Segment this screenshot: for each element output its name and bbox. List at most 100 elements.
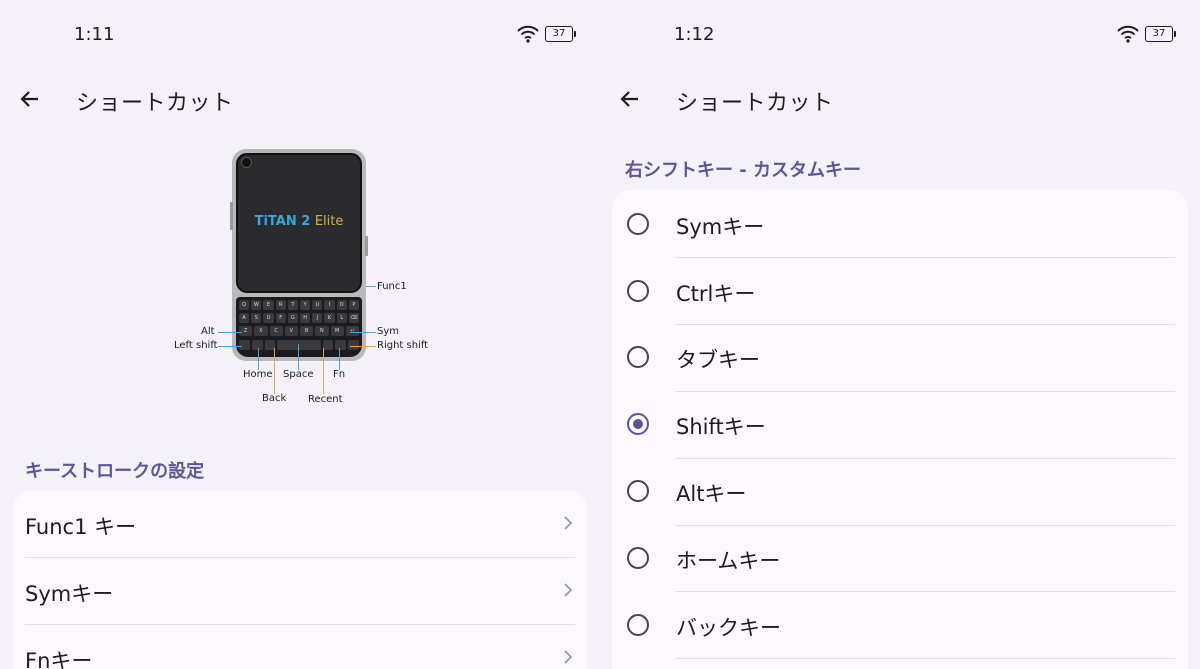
radio-button-selected[interactable]: [627, 413, 649, 435]
list-item-label: Func1 キー: [25, 515, 137, 539]
keycap: M: [330, 326, 344, 336]
list-item-func1[interactable]: Func1 キー: [13, 491, 587, 558]
keycap: Q: [239, 300, 250, 310]
radio-option-home[interactable]: ホームキー: [612, 525, 1188, 592]
callout-line: [350, 346, 376, 347]
status-icons: 37: [517, 25, 576, 43]
keycap: U: [312, 300, 323, 310]
list-item-sym[interactable]: Symキー: [13, 558, 587, 625]
list-item-fn[interactable]: Fnキー: [13, 625, 587, 669]
radio-label: Symキー: [676, 215, 765, 239]
radio-option-back[interactable]: バックキー: [612, 592, 1188, 659]
callout-sym: Sym: [377, 326, 400, 337]
keycap: C: [269, 326, 283, 336]
section-title: キーストロークの設定: [25, 461, 205, 482]
camera-icon: [241, 157, 252, 168]
keycap: A: [239, 313, 250, 323]
callout-line: [298, 344, 299, 370]
side-button: [365, 236, 368, 256]
callout-line: [339, 348, 340, 370]
keycap: L: [336, 313, 347, 323]
chevron-right-icon: [564, 650, 573, 664]
keycap: F: [275, 313, 286, 323]
list-item-label: Symキー: [25, 582, 114, 606]
radio-button[interactable]: [627, 346, 649, 368]
radio-label: Shiftキー: [676, 415, 766, 439]
radio-button[interactable]: [627, 614, 649, 636]
callout-back: Back: [262, 393, 287, 404]
chevron-right-icon: [564, 516, 573, 530]
key-row: Z X C V B N M ↵: [239, 326, 359, 336]
key-row: QWERTYUIOP: [239, 300, 360, 310]
radio-label: バックキー: [676, 616, 781, 640]
keycap: I: [324, 300, 335, 310]
divider: [675, 525, 1175, 526]
back-button[interactable]: [18, 87, 42, 111]
divider: [675, 458, 1175, 459]
radio-option-sym[interactable]: Symキー: [612, 191, 1188, 258]
keycap: E: [263, 300, 274, 310]
keycap: K: [324, 313, 335, 323]
radio-button[interactable]: [627, 547, 649, 569]
wifi-icon: [517, 25, 539, 43]
callout-line: [366, 286, 376, 287]
right-screen: 1:12 37 ショートカット 右シフトキー - カスタムキー Symキー Ct…: [600, 0, 1200, 669]
keycap: G: [287, 313, 299, 323]
radio-option-shift[interactable]: Shiftキー: [612, 391, 1188, 458]
arrow-left-icon: [20, 91, 38, 107]
keycap: P: [348, 300, 360, 310]
keycap: ⌫: [348, 313, 360, 323]
radio-button[interactable]: [627, 480, 649, 502]
radio-option-tab[interactable]: タブキー: [612, 324, 1188, 391]
keycap: J: [312, 313, 323, 323]
callout-alt: Alt: [201, 326, 215, 337]
status-time: 1:12: [674, 24, 715, 45]
radio-label: タブキー: [676, 348, 760, 372]
device-illustration: TiTAN 2 Elite QWERTYUIOP A S D F G H J K L ⌫ ZXCV…: [160, 140, 440, 420]
keycap: ↵: [345, 326, 359, 336]
wifi-icon: [1117, 25, 1139, 43]
divider: [675, 658, 1175, 659]
status-time: 1:11: [74, 24, 115, 45]
radio-button[interactable]: [627, 213, 649, 235]
keycap: S: [251, 313, 262, 323]
callout-right-shift: Right shift: [377, 340, 429, 351]
left-screen: 1:11 37 ショートカット TiTAN 2 Elite QWERTYUIOP…: [0, 0, 600, 669]
side-button: [230, 202, 233, 230]
radio-button[interactable]: [627, 280, 649, 302]
list-item-label: Fnキー: [25, 649, 93, 669]
keycap: W: [251, 300, 262, 310]
radio-option-ctrl[interactable]: Ctrlキー: [612, 258, 1188, 325]
back-button[interactable]: [618, 87, 642, 111]
keycap: Y: [300, 300, 311, 310]
divider: [675, 324, 1175, 325]
key-row-bottom: [239, 340, 359, 350]
callout-line: [350, 332, 376, 333]
radio-label: ホームキー: [676, 549, 781, 573]
callout-line: [323, 348, 324, 394]
chevron-right-icon: [564, 583, 573, 597]
keycap: V: [284, 326, 298, 336]
radio-option-alt[interactable]: Altキー: [612, 458, 1188, 525]
callout-left-shift: Left shift: [174, 340, 218, 351]
section-title: 右シフトキー - カスタムキー: [625, 160, 862, 181]
callout-line: [258, 348, 259, 370]
radio-label: Ctrlキー: [676, 282, 756, 306]
keycap: B: [300, 326, 314, 336]
callout-recent: Recent: [308, 394, 343, 405]
callout-line: [218, 332, 242, 333]
callout-fn: Fn: [333, 369, 346, 380]
radio-label: Altキー: [676, 482, 747, 506]
callout-line: [218, 346, 242, 347]
key-row: A S D F G H J K L ⌫: [239, 313, 360, 323]
callout-space: Space: [283, 369, 314, 380]
arrow-left-icon: [620, 91, 638, 107]
keycap: D: [263, 313, 274, 323]
callout-func1: Func1: [377, 281, 407, 292]
brand-logo: TiTAN 2 Elite: [236, 214, 362, 229]
keycap: T: [287, 300, 299, 310]
divider: [675, 391, 1175, 392]
keyboard: QWERTYUIOP A S D F G H J K L ⌫ Z X C V B N M ↵: [236, 297, 362, 357]
divider: [675, 591, 1175, 592]
battery-icon: 37: [545, 26, 576, 42]
